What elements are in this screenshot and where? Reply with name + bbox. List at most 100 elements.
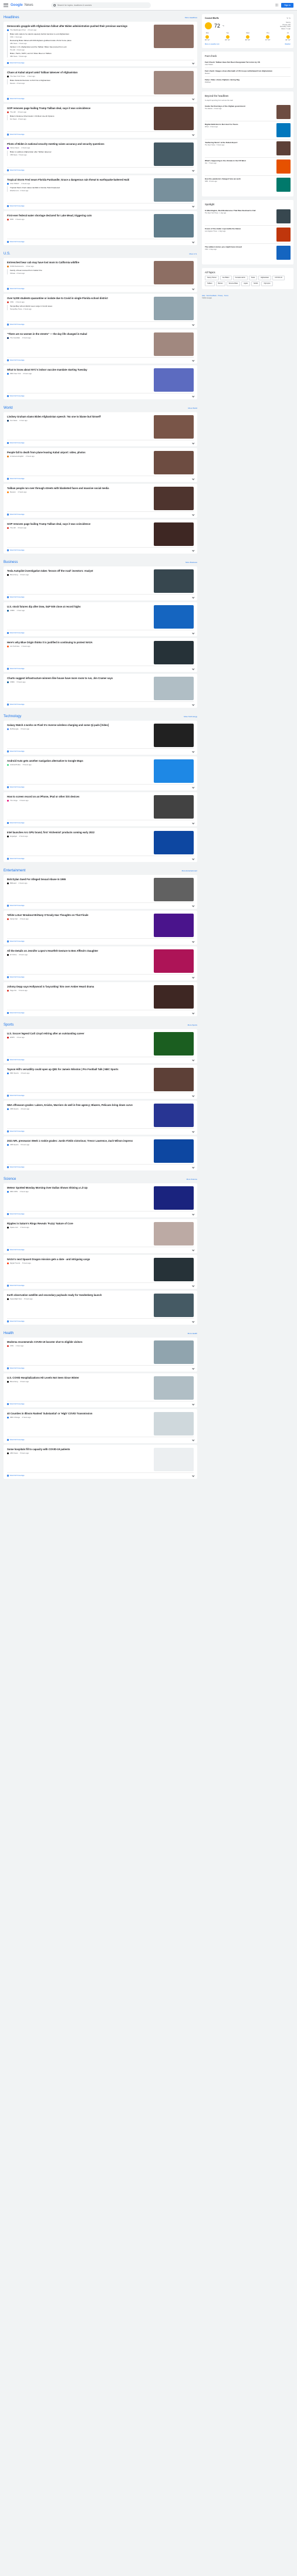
chevron-down-icon[interactable] <box>191 1094 194 1097</box>
section-title[interactable]: Entertainment <box>4 869 25 873</box>
side-story-headline[interactable]: What's happening to the climate in the U… <box>205 159 275 162</box>
story-card[interactable]: U.S. stock futures dip after Dow, S&P 50… <box>4 602 197 637</box>
full-coverage-link[interactable]: View Full Coverage <box>7 632 25 634</box>
story-card[interactable]: Johnny Depp says Hollywood is 'boycottin… <box>4 982 197 1017</box>
story-card[interactable]: Tesla Autopilot investigation takes 'les… <box>4 566 197 601</box>
related-headline[interactable]: Biden's Defense Chief Austin: US Must Us… <box>10 115 151 117</box>
chevron-down-icon[interactable] <box>191 750 194 752</box>
full-coverage-link[interactable]: View Full Coverage <box>7 857 25 860</box>
story-source[interactable]: Space.com <box>10 1226 18 1228</box>
story-headline[interactable]: Chaos at Kabul airport amid Taliban take… <box>7 71 151 74</box>
story-card[interactable]: People fall to death from plane leaving … <box>4 448 197 483</box>
story-thumbnail[interactable] <box>154 415 194 439</box>
full-coverage-link[interactable]: View Full Coverage <box>7 1320 25 1322</box>
story-card[interactable]: Chaos at Kabul airport amid Taliban take… <box>4 68 197 103</box>
chevron-down-icon[interactable] <box>191 1012 194 1014</box>
story-card[interactable]: Bob Dylan Sued For Alleged Sexual Abuse … <box>4 875 197 909</box>
story-thumbnail[interactable] <box>154 677 194 701</box>
story-thumbnail[interactable] <box>154 142 194 167</box>
forecast-day[interactable]: Tue 86° 63° <box>225 32 230 41</box>
story-thumbnail[interactable] <box>154 724 194 748</box>
story-thumbnail[interactable] <box>154 1032 194 1056</box>
story-headline[interactable]: Charts suggest infrastructure winners li… <box>7 677 151 680</box>
chevron-down-icon[interactable] <box>191 549 194 551</box>
related-headline[interactable]: Biden tells nations he stands squarely b… <box>10 33 151 35</box>
chevron-down-icon[interactable] <box>191 1284 194 1287</box>
story-headline[interactable]: Democratic grapple with Afghanistan fall… <box>7 25 151 28</box>
full-coverage-link[interactable]: View Full Coverage <box>7 1474 25 1477</box>
story-headline[interactable]: "There are no women in the streets" — th… <box>7 332 151 335</box>
full-coverage-link[interactable]: View Full Coverage <box>7 596 25 598</box>
chevron-down-icon[interactable] <box>191 133 194 135</box>
story-source[interactable]: The Guardian <box>10 337 20 339</box>
story-source[interactable]: CBS Sports <box>10 1108 19 1110</box>
story-thumbnail[interactable] <box>154 831 194 855</box>
story-source[interactable]: Fox News <box>10 419 17 422</box>
story-source[interactable]: 9to5Google <box>10 728 18 730</box>
full-coverage-link[interactable]: View Full Coverage <box>7 1058 25 1061</box>
story-source[interactable]: NBC Sports <box>10 1072 19 1074</box>
side-story-headline[interactable]: Fact check: Images show aftermath of US … <box>205 70 291 72</box>
forecast-day[interactable]: Mon 85° 62° <box>205 32 210 41</box>
story-thumbnail[interactable] <box>154 1222 194 1246</box>
related-headline[interactable]: Biden Defends Decision to Pull Out of Af… <box>10 79 151 82</box>
story-headline[interactable]: U.S. stock futures dip after Dow, S&P 50… <box>7 605 151 608</box>
full-coverage-link[interactable]: View Full Coverage <box>7 750 25 752</box>
story-source[interactable]: Billboard <box>10 882 16 884</box>
full-coverage-link[interactable]: View Full Coverage <box>7 786 25 788</box>
chevron-down-icon[interactable] <box>191 1213 194 1215</box>
story-headline[interactable]: GOP removes page hailing Trump Taliban d… <box>7 107 151 110</box>
side-story-headline[interactable]: 'Gathering Storm' at the Kabul Airport <box>205 141 275 144</box>
section-more-link[interactable]: More Health <box>188 1332 197 1335</box>
story-headline[interactable]: First-ever federal water shortage declar… <box>7 214 151 217</box>
story-headline[interactable]: What to know about NYC's indoor vaccine … <box>7 368 151 371</box>
story-source[interactable]: NBC New York <box>10 372 21 375</box>
story-card[interactable]: Charts suggest infrastructure winners li… <box>4 674 197 708</box>
story-source[interactable]: USA TODAY <box>10 182 19 185</box>
full-coverage-link[interactable]: View Full Coverage <box>7 904 25 907</box>
section-more-link[interactable]: More Entertainment <box>182 870 197 872</box>
story-card[interactable]: 'White Lotus' Breakout Brittany O'Grady … <box>4 911 197 945</box>
story-headline[interactable]: 40 Counties in Illinois Ranked 'Substant… <box>7 1412 151 1415</box>
chevron-down-icon[interactable] <box>191 632 194 634</box>
full-coverage-link[interactable]: View Full Coverage <box>7 240 25 243</box>
topic-chip[interactable]: Apple <box>241 281 251 286</box>
story-card[interactable]: Lindsey Graham slams Biden Afghanistan s… <box>4 412 197 447</box>
story-thumbnail[interactable] <box>154 451 194 475</box>
story-card[interactable]: Galaxy Watch 4 works on Pixel 5's revers… <box>4 721 197 755</box>
story-thumbnail[interactable] <box>154 487 194 511</box>
search-bar[interactable] <box>50 2 151 8</box>
story-card[interactable]: Ripples in Saturn's Rings Reveals 'Fuzzy… <box>4 1219 197 1254</box>
story-source[interactable]: Android Police <box>10 763 21 766</box>
full-coverage-link[interactable]: View Full Coverage <box>7 133 25 135</box>
story-card[interactable]: How to screen record on an iPhone, iPad … <box>4 792 197 827</box>
section-title[interactable]: World <box>4 406 13 410</box>
side-story[interactable]: Digital Addiction Is Not Just For Teens W… <box>205 121 291 140</box>
related-headline[interactable]: Opinion: U.S. Afghanistan and the Taliba… <box>10 46 151 48</box>
full-coverage-link[interactable]: View Full Coverage <box>7 477 25 480</box>
side-story[interactable]: Fact Check: Taliban Have Not Been Design… <box>205 59 291 68</box>
chevron-down-icon[interactable] <box>191 442 194 444</box>
full-coverage-link[interactable]: View Full Coverage <box>7 442 25 444</box>
side-story-headline[interactable]: Digital Addiction Is Not Just For Teens <box>205 123 275 125</box>
story-headline[interactable]: All the Details on Jennifer Lopez's Hear… <box>7 949 151 952</box>
related-headline[interactable]: Reviewing Biden fallout with 600 Afghans… <box>10 39 151 42</box>
story-headline[interactable]: Meteor Spotted Monday Morning Over Dalla… <box>7 1186 151 1189</box>
chevron-down-icon[interactable] <box>191 940 194 942</box>
story-thumbnail[interactable] <box>154 214 194 238</box>
story-thumbnail[interactable] <box>154 107 194 131</box>
full-coverage-link[interactable]: View Full Coverage <box>7 169 25 171</box>
story-source[interactable]: The Washington Post <box>10 29 26 31</box>
chevron-down-icon[interactable] <box>191 1130 194 1132</box>
chevron-down-icon[interactable] <box>191 976 194 978</box>
full-coverage-link[interactable]: View Full Coverage <box>7 1438 25 1441</box>
chevron-down-icon[interactable] <box>191 513 194 515</box>
story-source[interactable]: CNN <box>10 1345 14 1347</box>
weather-link[interactable]: Weather <box>285 43 291 45</box>
section-more-link[interactable]: More Sports <box>188 1024 197 1026</box>
story-headline[interactable]: Taliban people run over through streets … <box>7 487 151 490</box>
story-headline[interactable]: Some hospitals fill to capacity with COV… <box>7 1448 151 1451</box>
story-thumbnail[interactable] <box>154 332 194 357</box>
topic-chip[interactable]: Bitcoin <box>215 281 225 286</box>
chevron-down-icon[interactable] <box>191 205 194 207</box>
